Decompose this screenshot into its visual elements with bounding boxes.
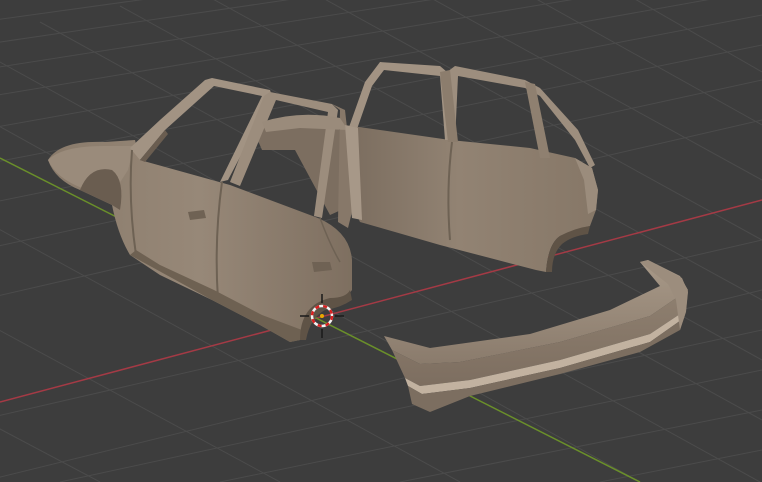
rear-bumper[interactable] bbox=[384, 260, 688, 412]
3d-viewport[interactable] bbox=[0, 0, 762, 482]
